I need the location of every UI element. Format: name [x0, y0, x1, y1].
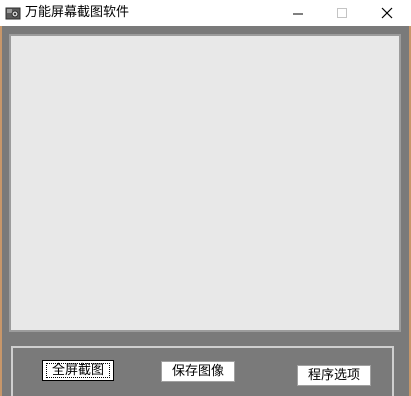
save-image-label: 保存图像	[171, 364, 224, 379]
focus-indicator	[46, 363, 110, 378]
program-options-button[interactable]: 程序选项	[297, 365, 371, 386]
title-bar[interactable]: 万能屏幕截图软件	[0, 0, 411, 26]
camera-icon	[5, 5, 21, 21]
window-title: 万能屏幕截图软件	[25, 5, 130, 20]
close-icon	[381, 7, 393, 19]
minimize-button[interactable]	[275, 0, 321, 26]
app-window: 万能屏幕截图软件 全屏截图 保存图像 程序选项	[0, 0, 411, 396]
screenshot-preview-area[interactable]	[9, 34, 401, 332]
close-button[interactable]	[364, 0, 410, 26]
window-border-left	[0, 26, 2, 396]
maximize-icon	[337, 8, 347, 18]
maximize-button[interactable]	[319, 0, 365, 26]
program-options-label: 程序选项	[307, 368, 360, 383]
save-image-button[interactable]: 保存图像	[161, 361, 235, 382]
fullscreen-capture-button[interactable]: 全屏截图	[42, 360, 114, 381]
minimize-icon	[293, 13, 303, 15]
